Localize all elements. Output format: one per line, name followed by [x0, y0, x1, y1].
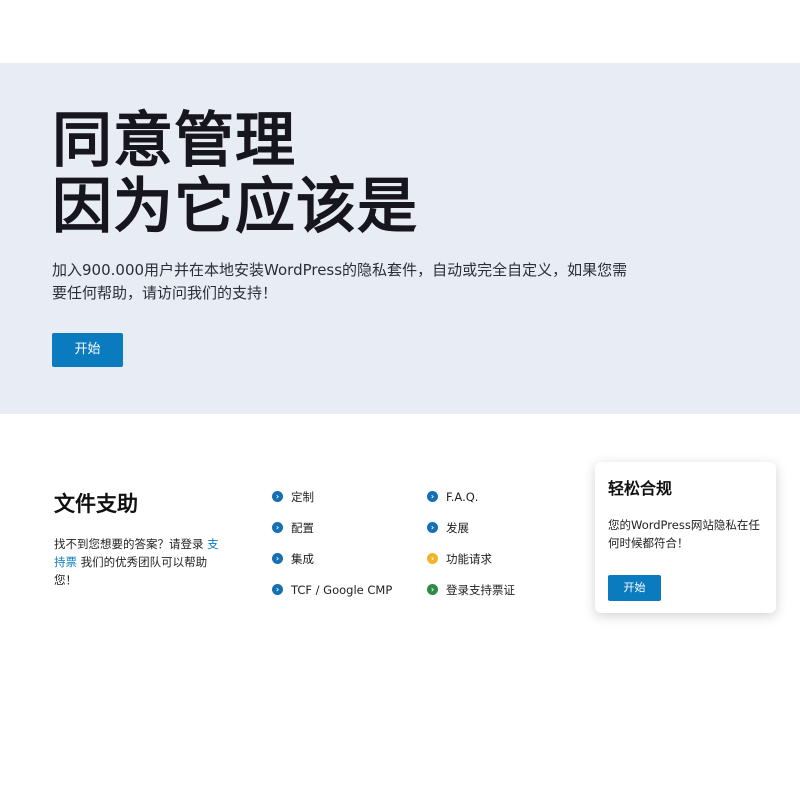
hero-title-line2: 因为它应该是	[52, 172, 418, 242]
compliance-card: 轻松合规 您的WordPress网站隐私在任何时候都符合！ 开始	[595, 462, 776, 613]
docs-desc-after: 我们的优秀团队可以帮助您！	[54, 555, 208, 587]
links-column-1: › 定制 › 配置 › 集成 › TCF / Google CMP	[272, 481, 392, 605]
link-development[interactable]: › 发展	[427, 512, 515, 543]
chevron-right-circle-icon: ›	[272, 491, 283, 502]
link-support-ticket[interactable]: › 登录支持票证	[427, 574, 515, 605]
chevron-right-circle-icon: ›	[272, 584, 283, 595]
card-title: 轻松合规	[608, 479, 673, 498]
link-label: 功能请求	[446, 551, 492, 566]
hero-title: 同意管理 因为它应该是	[52, 108, 418, 240]
link-label: 集成	[291, 551, 314, 566]
chevron-right-circle-icon: ›	[427, 553, 438, 564]
link-label: 发展	[446, 520, 469, 535]
link-label: F.A.Q.	[446, 489, 479, 504]
link-tcf-google-cmp[interactable]: › TCF / Google CMP	[272, 574, 392, 605]
link-integration[interactable]: › 集成	[272, 543, 392, 574]
chevron-right-circle-icon: ›	[427, 491, 438, 502]
link-customization[interactable]: › 定制	[272, 481, 392, 512]
docs-description: 找不到您想要的答案？请登录 支持票 我们的优秀团队可以帮助您！	[54, 535, 229, 589]
link-label: 定制	[291, 489, 314, 504]
chevron-right-circle-icon: ›	[427, 584, 438, 595]
link-label: TCF / Google CMP	[291, 582, 393, 597]
chevron-right-circle-icon: ›	[427, 522, 438, 533]
hero-description: 加入900.000用户并在本地安装WordPress的隐私套件，自动或完全自定义…	[52, 261, 628, 302]
hero-title-line1: 同意管理	[52, 106, 296, 176]
links-column-2: › F.A.Q. › 发展 › 功能请求 › 登录支持票证	[427, 481, 515, 605]
link-label: 登录支持票证	[446, 582, 515, 597]
link-faq[interactable]: › F.A.Q.	[427, 481, 515, 512]
docs-title: 文件支助	[54, 492, 138, 516]
link-label: 配置	[291, 520, 314, 535]
link-feature-request[interactable]: › 功能请求	[427, 543, 515, 574]
chevron-right-circle-icon: ›	[272, 522, 283, 533]
hero-start-button[interactable]: 开始	[52, 333, 123, 367]
docs-desc-before: 找不到您想要的答案？请登录	[54, 537, 208, 551]
link-configuration[interactable]: › 配置	[272, 512, 392, 543]
chevron-right-circle-icon: ›	[272, 553, 283, 564]
card-start-button[interactable]: 开始	[608, 575, 661, 601]
card-description: 您的WordPress网站隐私在任何时候都符合！	[608, 518, 760, 550]
